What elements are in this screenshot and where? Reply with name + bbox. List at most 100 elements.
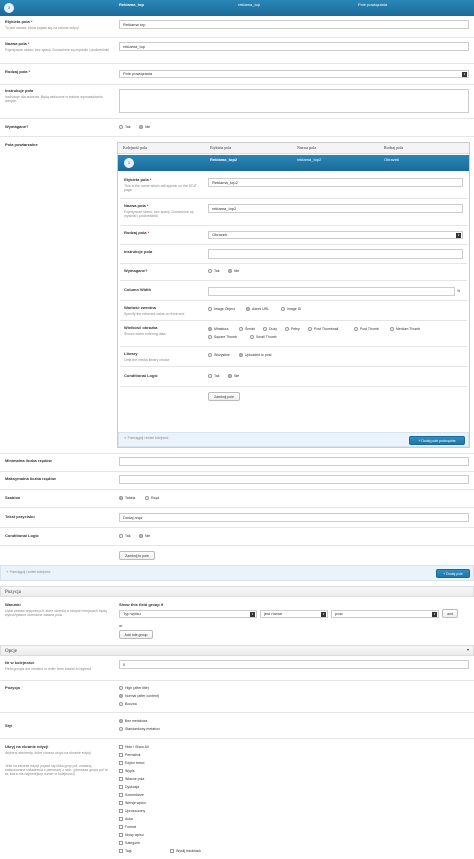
divider bbox=[120, 244, 467, 245]
style-metabox[interactable]: Standardowy metabox bbox=[119, 727, 160, 732]
sub-conditional-title: Conditional Logic bbox=[124, 373, 158, 378]
or-label: or bbox=[119, 623, 123, 628]
divider bbox=[0, 489, 474, 490]
return-image-id[interactable]: Image ID bbox=[281, 307, 301, 312]
size-miniatura[interactable]: Miniatura bbox=[208, 327, 228, 332]
add-sub-field-button[interactable]: + Dodaj pole podrzędne bbox=[409, 436, 465, 445]
rule-value-select[interactable]: post ▾ bbox=[331, 610, 439, 618]
divider bbox=[120, 225, 467, 226]
conditional-yes[interactable]: Tak bbox=[119, 534, 130, 539]
min-rows-input[interactable] bbox=[119, 457, 469, 466]
size-duzy[interactable]: Duży bbox=[263, 327, 277, 332]
sub-conditional-no[interactable]: Nie bbox=[228, 374, 239, 379]
button-text-input[interactable]: Dodaj rząd bbox=[119, 513, 469, 522]
sub-label-input[interactable]: Reklama_top2 bbox=[208, 178, 463, 187]
hide-item[interactable]: Wersje wpisu bbox=[119, 801, 146, 806]
layout-title: Szablon bbox=[5, 495, 21, 500]
rule-param-select[interactable]: Typ wpisu ▾ bbox=[119, 610, 257, 618]
hide-item[interactable]: Własne pola bbox=[119, 777, 144, 782]
layout-row[interactable]: Rząd bbox=[145, 496, 159, 501]
image-size-title: Wielkość obrazka bbox=[124, 325, 158, 330]
close-field-button[interactable]: Zamknij to pole bbox=[119, 551, 155, 560]
add-and-rule-button[interactable]: and bbox=[442, 609, 458, 618]
field-name-input[interactable]: reklama_top bbox=[119, 42, 469, 51]
sub-field-name: reklama_top2 bbox=[297, 157, 322, 162]
sub-required-no[interactable]: Nie bbox=[228, 269, 239, 274]
required-title: Wymagane? bbox=[5, 124, 29, 129]
position-high[interactable]: High (after title) bbox=[119, 686, 149, 691]
rules-title: Warunki bbox=[5, 602, 21, 607]
hide-item[interactable]: Format bbox=[119, 825, 136, 830]
divider bbox=[120, 280, 467, 281]
divider bbox=[0, 712, 474, 713]
order-input[interactable]: 0 bbox=[119, 660, 469, 669]
drag-hint: ↰ Przeciągnij i zmień kolejność bbox=[6, 570, 51, 574]
hide-item[interactable]: Autor bbox=[119, 817, 133, 822]
field-type-select[interactable]: Pole powiązania ▾ bbox=[119, 70, 469, 78]
size-medium-thumb[interactable]: Medium Thumb bbox=[390, 327, 420, 332]
hide-item[interactable]: Nowy wpisu bbox=[119, 833, 144, 838]
library-all[interactable]: Wszystkie bbox=[208, 353, 230, 358]
close-sub-field-button[interactable]: Zamknij pole bbox=[208, 392, 240, 401]
required-yes[interactable]: Tak bbox=[119, 125, 130, 130]
sub-field-row[interactable]: 1 Reklama_top2 reklama_top2 Obrazek bbox=[118, 155, 469, 171]
library-uploaded[interactable]: Uploaded to post bbox=[239, 353, 271, 358]
max-rows-input[interactable] bbox=[119, 475, 469, 484]
conditional-no[interactable]: Nie bbox=[139, 534, 150, 539]
hide-item[interactable]: Tagi bbox=[119, 849, 131, 854]
field-order-number: 3 bbox=[4, 3, 14, 13]
position-side[interactable]: Boczna bbox=[119, 702, 137, 707]
add-field-button[interactable]: + Dodaj pole bbox=[436, 569, 470, 578]
size-post-thumbnail[interactable]: Post Thumbnail bbox=[308, 327, 338, 332]
sub-fields-header bbox=[118, 143, 469, 154]
divider bbox=[0, 507, 474, 508]
divider bbox=[120, 386, 467, 387]
sub-instructions-title: Instrukcje pola bbox=[124, 249, 153, 254]
hide-item[interactable]: Permalink bbox=[119, 753, 141, 758]
return-image-object[interactable]: Image Object bbox=[208, 307, 235, 312]
hide-item[interactable]: Edytor treści bbox=[119, 761, 144, 766]
field-label-input[interactable]: Reklama top bbox=[119, 20, 469, 29]
sub-required-yes[interactable]: Tak bbox=[208, 269, 219, 274]
sub-type-select[interactable]: Obrazek ▾ bbox=[208, 231, 463, 239]
return-value-title: Wartość zwrotna bbox=[124, 305, 156, 310]
add-rule-group-button[interactable]: Add rule group bbox=[119, 630, 153, 639]
hide-item[interactable]: Dyskusja bbox=[119, 785, 139, 790]
style-seamless[interactable]: Bez metaboxa bbox=[119, 719, 147, 724]
options-section-header[interactable]: Opcje ▾ bbox=[0, 645, 474, 656]
rule-operator-select[interactable]: jest równe ▾ bbox=[260, 610, 328, 618]
column-width-input[interactable] bbox=[208, 287, 455, 296]
sub-conditional-yes[interactable]: Tak bbox=[208, 374, 219, 379]
size-sredni[interactable]: Średni bbox=[239, 327, 255, 332]
sub-instructions-textarea[interactable] bbox=[208, 249, 463, 259]
divider bbox=[120, 198, 467, 199]
field-type: Pole powiązania bbox=[358, 2, 388, 7]
size-post-thumb[interactable]: Post Thumb bbox=[354, 327, 379, 332]
size-pelny[interactable]: Pełny bbox=[285, 327, 300, 332]
size-square-thumb[interactable]: Square Thumb bbox=[208, 335, 237, 340]
sub-name-input[interactable]: reklama_top2 bbox=[208, 204, 463, 213]
divider bbox=[0, 680, 474, 681]
order-desc: Field groups are created in order from l… bbox=[5, 667, 91, 671]
location-section-header[interactable]: Pozycja bbox=[0, 586, 474, 597]
col-name: Nazwa pola bbox=[297, 145, 316, 150]
required-no[interactable]: Nie bbox=[139, 125, 150, 130]
hide-item[interactable]: Kategorie bbox=[119, 841, 140, 846]
return-url[interactable]: Adres URL bbox=[246, 307, 269, 312]
chevron-down-icon: ▾ bbox=[466, 647, 469, 652]
layout-table[interactable]: Tabela bbox=[119, 496, 135, 501]
hide-item[interactable]: Wyślij trackback bbox=[170, 849, 201, 854]
position-normal[interactable]: Normal (after content) bbox=[119, 694, 159, 699]
sub-label-desc: This is the name which will appear on th… bbox=[124, 184, 197, 193]
hide-item[interactable]: Uproszczony bbox=[119, 809, 145, 814]
chevron-down-icon: ▾ bbox=[462, 72, 467, 77]
hide-item[interactable]: Komentarze bbox=[119, 793, 144, 798]
hide-item[interactable]: Hide / Show All bbox=[119, 745, 149, 750]
field-instructions-textarea[interactable] bbox=[119, 89, 469, 113]
field-header-bar[interactable]: 3 Reklama_top reklama_top Pole powiązani… bbox=[0, 0, 474, 16]
button-text-title: Tekst przycisku bbox=[5, 514, 35, 519]
size-small-thumb[interactable]: Small Thumb bbox=[250, 335, 277, 340]
column-width-unit: % bbox=[457, 289, 461, 293]
col-type: Rodzaj pola bbox=[384, 145, 404, 150]
hide-item[interactable]: Wypis bbox=[119, 769, 135, 774]
